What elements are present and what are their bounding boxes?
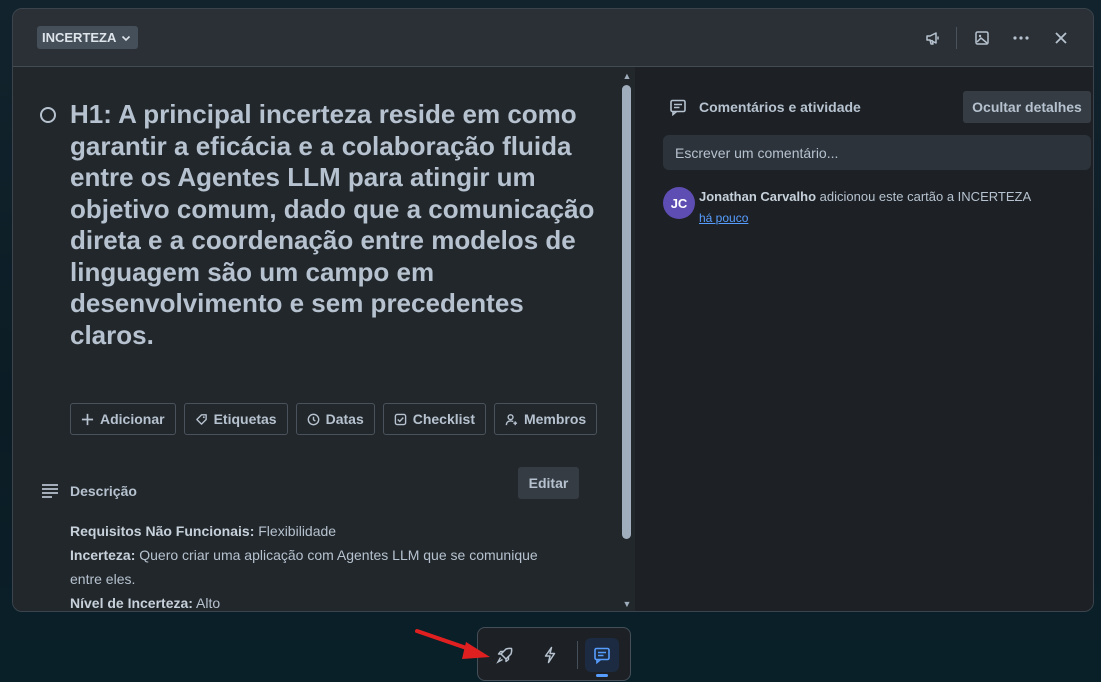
chevron-down-icon [122, 35, 131, 41]
close-icon[interactable] [1047, 24, 1075, 52]
image-icon[interactable] [968, 24, 996, 52]
comments-pane: Comentários e atividade Ocultar detalhes… [635, 67, 1093, 611]
tag-icon [195, 413, 207, 425]
annotation-arrow-icon [415, 629, 490, 659]
more-icon[interactable] [1007, 24, 1035, 52]
activity-user[interactable]: Jonathan Carvalho [699, 189, 816, 204]
clock-icon [307, 413, 319, 425]
header-divider [956, 27, 957, 49]
dates-button-label: Datas [325, 411, 364, 427]
activity-timestamp[interactable]: há pouco [699, 209, 1079, 227]
scroll-down-arrow-icon[interactable]: ▼ [621, 599, 633, 609]
checkbox-icon [394, 413, 407, 425]
scrollbar-thumb[interactable] [622, 85, 631, 539]
description-line: Nível de Incerteza: Alto [70, 595, 221, 611]
description-line: Requisitos Não Funcionais: Flexibilidade [70, 523, 337, 539]
dock-divider [577, 641, 578, 669]
description-body[interactable]: Requisitos Não Funcionais: Flexibilidade… [70, 519, 570, 611]
list-name: INCERTEZA [42, 30, 117, 45]
description-icon [42, 484, 58, 498]
edit-description-button[interactable]: Editar [518, 467, 579, 499]
list-selector[interactable]: INCERTEZA [37, 26, 139, 49]
scroll-up-arrow-icon[interactable]: ▲ [621, 71, 633, 81]
members-button-label: Membros [523, 411, 587, 427]
card-actions: Adicionar Etiquetas Datas Checklist Memb… [70, 403, 598, 435]
bolt-icon[interactable] [533, 638, 567, 672]
megaphone-icon[interactable] [919, 24, 947, 52]
comments-heading: Comentários e atividade [699, 99, 861, 115]
card-main-pane: H1: A principal incerteza reside em como… [13, 67, 635, 611]
description-heading: Descrição [70, 483, 137, 499]
avatar[interactable]: JC [663, 187, 695, 219]
comment-icon [670, 99, 686, 116]
activity-text: adicionou este cartão a INCERTEZA [816, 189, 1032, 204]
comment-icon[interactable] [585, 638, 619, 672]
labels-button-label: Etiquetas [213, 411, 277, 427]
add-button-label: Adicionar [100, 411, 165, 427]
activity-item: Jonathan Carvalho adicionou este cartão … [699, 188, 1079, 227]
checklist-button-label: Checklist [412, 411, 475, 427]
dates-button[interactable]: Datas [295, 403, 375, 435]
plus-icon [81, 413, 94, 425]
hide-details-button[interactable]: Ocultar detalhes [963, 91, 1091, 123]
add-member-icon [505, 413, 518, 425]
checklist-button[interactable]: Checklist [382, 403, 486, 435]
description-line: Incerteza: Quero criar uma aplicação com… [70, 547, 538, 587]
add-button[interactable]: Adicionar [70, 403, 176, 435]
card-modal: INCERTEZA H1: A principal incerteza resi… [12, 8, 1094, 612]
labels-button[interactable]: Etiquetas [183, 403, 288, 435]
members-button[interactable]: Membros [493, 403, 598, 435]
complete-circle-icon[interactable] [40, 107, 56, 123]
card-title[interactable]: H1: A principal incerteza reside em como… [70, 99, 600, 351]
modal-header: INCERTEZA [13, 9, 1093, 67]
bottom-dock [477, 627, 631, 681]
comment-input[interactable] [663, 135, 1091, 170]
active-indicator [596, 674, 608, 677]
